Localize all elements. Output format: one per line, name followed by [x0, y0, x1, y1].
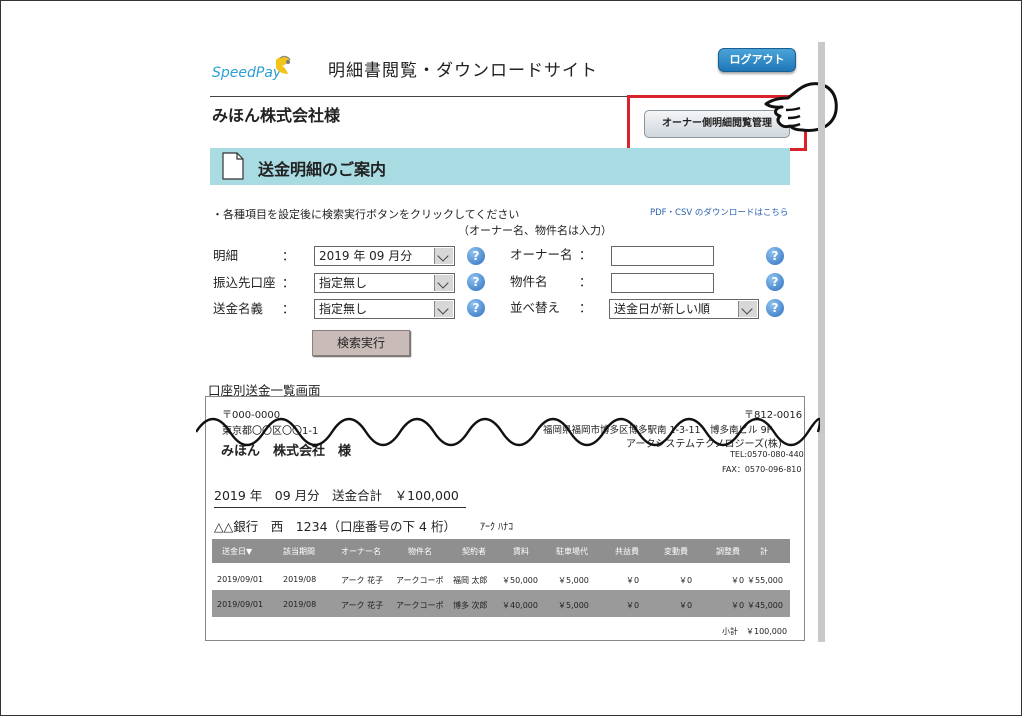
- tear-wave: [196, 417, 820, 447]
- table-cell: ￥5,000: [558, 576, 589, 585]
- column-header-adjustment: 調整費: [716, 547, 740, 556]
- sokin-select[interactable]: 指定無し: [314, 299, 455, 319]
- furikomi-label: 振込先口座: [213, 275, 276, 290]
- table-cell: 2019/08: [283, 575, 317, 584]
- help-icon[interactable]: ?: [467, 273, 485, 291]
- table-cell: 2019/09/01: [217, 600, 264, 609]
- meisai-select-value: 2019 年 09 月分: [319, 249, 413, 263]
- column-header-total: 計: [760, 547, 768, 556]
- subtotal-label: 小計: [722, 627, 738, 636]
- pdf-csv-download-link[interactable]: PDF・CSV のダウンロードはこちら: [650, 206, 788, 218]
- bank-account-kana: ｱｰｸ ﾊﾅｺ: [480, 522, 514, 533]
- column-header-parking: 駐車場代: [556, 547, 588, 556]
- site-title: 明細書閲覧・ダウンロードサイト: [328, 61, 598, 81]
- sort-select[interactable]: 送金日が新しい順: [609, 299, 759, 319]
- furikomi-select[interactable]: 指定無し: [314, 273, 455, 293]
- banner-title: 送金明細のご案内: [258, 160, 387, 179]
- help-icon[interactable]: ?: [467, 299, 485, 317]
- chevron-down-icon: [434, 275, 453, 291]
- colon: ：: [282, 248, 295, 263]
- search-button[interactable]: 検索実行: [312, 330, 410, 356]
- bank-line: △△銀行 西 1234（口座番号の下 4 桁）: [214, 519, 456, 534]
- table-cell: 福岡 太郎: [453, 576, 488, 585]
- chevron-down-icon: [434, 301, 453, 317]
- column-header-sendate[interactable]: 送金日▼: [222, 546, 252, 557]
- furikomi-select-value: 指定無し: [319, 276, 368, 290]
- help-icon[interactable]: ?: [766, 247, 784, 265]
- speedpay-logo: SpeedPay: [212, 55, 291, 81]
- table-cell: ￥0: [626, 601, 640, 610]
- logo-text: SpeedPay: [212, 65, 282, 81]
- help-icon[interactable]: ?: [467, 247, 485, 265]
- help-icon[interactable]: ?: [766, 273, 784, 291]
- table-cell: 博多 次郎: [453, 601, 488, 610]
- scrollbar[interactable]: [818, 42, 825, 642]
- table-cell: ￥55,000: [747, 576, 783, 585]
- owner-name-input[interactable]: [611, 246, 714, 266]
- table-cell: ￥0: [626, 576, 640, 585]
- property-name-input[interactable]: [611, 273, 714, 293]
- chevron-down-icon: [738, 301, 757, 317]
- colon: ：: [282, 301, 295, 316]
- table-cell: ￥50,000: [502, 576, 538, 585]
- property-label: 物件名: [510, 274, 548, 289]
- sokin-label: 送金名義: [213, 301, 264, 316]
- table-cell: ￥0: [731, 601, 745, 610]
- help-icon[interactable]: ?: [766, 299, 784, 317]
- table-cell: アークコーポ: [396, 576, 444, 585]
- table-cell: ￥0: [731, 576, 745, 585]
- sender-fax: FAX：0570-096-810: [722, 465, 802, 474]
- column-header-common-fee: 共益費: [615, 547, 639, 556]
- table-cell: アーク 花子: [341, 576, 384, 585]
- column-header-rent: 賃料: [513, 547, 529, 556]
- column-header-tenant: 契約者: [462, 547, 486, 556]
- pointing-hand-icon: [764, 82, 838, 132]
- chevron-down-icon: [434, 248, 453, 264]
- colon: ：: [282, 275, 295, 290]
- subtotal-value: ￥100,000: [746, 627, 788, 636]
- column-header-period: 該当期間: [283, 547, 315, 556]
- table-cell: ￥45,000: [747, 601, 783, 610]
- document-icon: [222, 152, 244, 180]
- logout-button[interactable]: ログアウト: [718, 48, 796, 72]
- table-cell: ￥0: [679, 601, 693, 610]
- table-cell: 2019/08: [283, 600, 317, 609]
- sort-select-value: 送金日が新しい順: [614, 302, 711, 316]
- table-cell: 2019/09/01: [217, 575, 264, 584]
- column-header-variable: 変動費: [664, 547, 688, 556]
- table-cell: アークコーポ: [396, 601, 444, 610]
- colon: ：: [579, 274, 592, 289]
- table-cell: ￥0: [679, 576, 693, 585]
- meisai-select[interactable]: 2019 年 09 月分: [314, 246, 455, 266]
- instruction-note: （オーナー名、物件名は入力）: [458, 224, 612, 237]
- instruction-text: ・各種項目を設定後に検索実行ボタンをクリックしてください: [212, 208, 520, 221]
- meisai-label: 明細: [213, 248, 239, 263]
- table-cell: アーク 花子: [341, 601, 384, 610]
- colon: ：: [579, 247, 592, 262]
- company-name: みほん株式会社様: [212, 106, 341, 125]
- sort-label: 並べ替え: [510, 300, 561, 315]
- period-total: 2019 年 09 月分 送金合計 ￥100,000: [214, 485, 466, 508]
- sokin-select-value: 指定無し: [319, 302, 368, 316]
- table-cell: ￥40,000: [502, 601, 538, 610]
- colon: ：: [579, 300, 592, 315]
- column-header-owner: オーナー名: [341, 547, 381, 556]
- owner-label: オーナー名: [510, 247, 573, 262]
- sender-tel: TEL:0570-080-440: [730, 450, 804, 459]
- table-cell: ￥5,000: [558, 601, 589, 610]
- column-header-property: 物件名: [408, 547, 432, 556]
